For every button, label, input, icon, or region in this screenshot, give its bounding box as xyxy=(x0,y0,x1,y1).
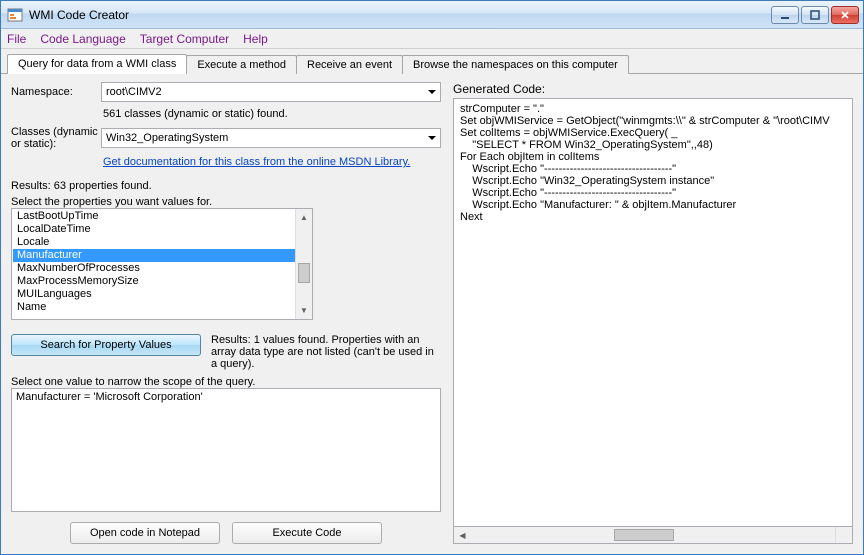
menu-code-language[interactable]: Code Language xyxy=(40,32,125,46)
value-item[interactable]: Manufacturer = 'Microsoft Corporation' xyxy=(16,391,436,403)
maximize-button[interactable] xyxy=(801,6,829,24)
menu-target-computer[interactable]: Target Computer xyxy=(140,32,229,46)
namespace-combo[interactable]: root\CIMV2 xyxy=(101,82,441,102)
tab-receive-event[interactable]: Receive an event xyxy=(296,55,403,74)
titlebar: WMI Code Creator xyxy=(1,1,863,29)
menu-file[interactable]: File xyxy=(7,32,26,46)
scrollbar-thumb[interactable] xyxy=(298,263,310,283)
listbox-scrollbar[interactable]: ▲ ▼ xyxy=(295,209,312,319)
properties-results-label: Results: 63 properties found. xyxy=(11,176,441,196)
app-icon xyxy=(7,7,23,23)
minimize-button[interactable] xyxy=(771,6,799,24)
property-item[interactable]: LocalDateTime xyxy=(13,223,311,236)
generated-code-textbox[interactable]: strComputer = "." Set objWMIService = Ge… xyxy=(453,98,853,527)
scroll-up-icon[interactable]: ▲ xyxy=(296,209,312,226)
chevron-down-icon xyxy=(428,90,436,94)
generated-code-label: Generated Code: xyxy=(453,82,853,96)
execute-code-button[interactable]: Execute Code xyxy=(232,522,382,544)
classes-combo[interactable]: Win32_OperatingSystem xyxy=(101,128,441,148)
property-item[interactable]: MaxProcessMemorySize xyxy=(13,275,311,288)
window-controls xyxy=(771,6,859,24)
scroll-left-icon[interactable]: ◀ xyxy=(454,527,471,543)
tab-browse-namespaces[interactable]: Browse the namespaces on this computer xyxy=(402,55,629,74)
close-button[interactable] xyxy=(831,6,859,24)
property-item[interactable]: Manufacturer xyxy=(13,249,311,262)
menubar: File Code Language Target Computer Help xyxy=(1,29,863,49)
classes-label: Classes (dynamic or static): xyxy=(11,126,101,150)
properties-listbox[interactable]: LastBootUpTimeLocalDateTimeLocaleManufac… xyxy=(11,208,313,320)
tab-query[interactable]: Query for data from a WMI class xyxy=(7,54,187,74)
narrow-scope-label: Select one value to narrow the scope of … xyxy=(11,376,441,388)
open-in-notepad-button[interactable]: Open code in Notepad xyxy=(70,522,220,544)
property-item[interactable]: Locale xyxy=(13,236,311,249)
tab-content: Namespace: root\CIMV2 561 classes (dynam… xyxy=(1,74,863,554)
namespace-value: root\CIMV2 xyxy=(106,86,162,98)
scroll-down-icon[interactable]: ▼ xyxy=(296,302,312,319)
value-listbox[interactable]: Manufacturer = 'Microsoft Corporation' xyxy=(11,388,441,512)
code-h-scrollbar[interactable]: ◀ ▶ xyxy=(453,527,853,544)
window-title: WMI Code Creator xyxy=(29,8,771,22)
scrollbar-corner xyxy=(835,527,852,543)
values-results-label: Results: 1 values found. Properties with… xyxy=(211,334,441,370)
menu-help[interactable]: Help xyxy=(243,32,268,46)
right-pane: Generated Code: strComputer = "." Set ob… xyxy=(453,82,853,544)
tab-execute-method[interactable]: Execute a method xyxy=(186,55,297,74)
property-item[interactable]: MUILanguages xyxy=(13,288,311,301)
select-properties-label: Select the properties you want values fo… xyxy=(11,196,441,208)
namespace-label: Namespace: xyxy=(11,86,101,98)
classes-value: Win32_OperatingSystem xyxy=(106,132,228,144)
scrollbar-thumb[interactable] xyxy=(614,529,674,541)
msdn-doc-link[interactable]: Get documentation for this class from th… xyxy=(101,154,441,176)
property-item[interactable]: MaxNumberOfProcesses xyxy=(13,262,311,275)
tabstrip: Query for data from a WMI class Execute … xyxy=(1,49,863,74)
app-window: WMI Code Creator File Code Language Targ… xyxy=(0,0,864,555)
class-count-label: 561 classes (dynamic or static) found. xyxy=(101,106,441,126)
chevron-down-icon xyxy=(428,136,436,140)
left-pane: Namespace: root\CIMV2 561 classes (dynam… xyxy=(11,82,441,544)
search-property-values-button[interactable]: Search for Property Values xyxy=(11,334,201,356)
property-item[interactable]: Name xyxy=(13,301,311,314)
property-item[interactable]: LastBootUpTime xyxy=(13,210,311,223)
